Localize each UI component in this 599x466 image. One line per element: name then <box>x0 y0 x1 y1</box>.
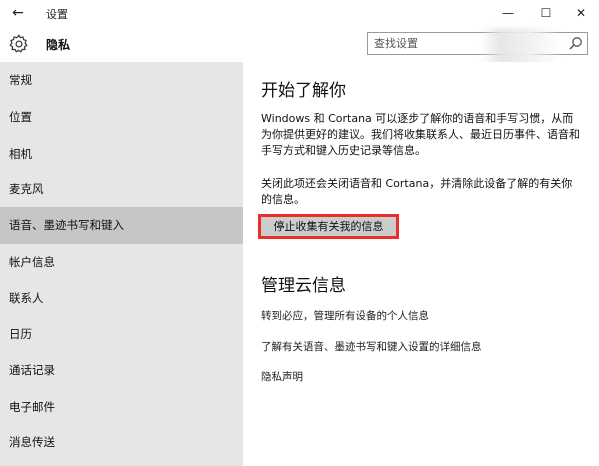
section-title-getting-to-know-you: 开始了解你 <box>261 81 346 101</box>
link-privacy-statement[interactable]: 隐私声明 <box>261 369 303 384</box>
sidebar-item-call-history[interactable]: 通话记录 <box>0 352 243 389</box>
title-bar: ← 设置 — ☐ ✕ <box>0 0 599 26</box>
sidebar-item-camera[interactable]: 相机 <box>0 136 243 173</box>
link-learn-more[interactable]: 了解有关语音、墨迹书写和键入设置的详细信息 <box>261 339 482 354</box>
sidebar-item-location[interactable]: 位置 <box>0 99 243 136</box>
link-bing-manage[interactable]: 转到必应，管理所有设备的个人信息 <box>261 308 429 323</box>
back-button[interactable]: ← <box>8 4 28 22</box>
sidebar-item-microphone[interactable]: 麦克风 <box>0 171 243 208</box>
page-title: 隐私 <box>46 38 71 52</box>
close-button[interactable]: ✕ <box>561 0 599 26</box>
sidebar: 常规 位置 相机 麦克风 语音、墨迹书写和键入 帐户信息 联系人 日历 通话记录… <box>0 62 243 466</box>
sidebar-item-general[interactable]: 常规 <box>0 62 243 99</box>
sidebar-item-calendar[interactable]: 日历 <box>0 316 243 353</box>
minimize-button[interactable]: — <box>488 0 528 26</box>
maximize-button[interactable]: ☐ <box>526 0 566 26</box>
window-title: 设置 <box>46 8 68 21</box>
main-content: 开始了解你 Windows 和 Cortana 可以逐步了解你的语音和手写习惯，… <box>243 62 599 466</box>
stop-collecting-button[interactable]: 停止收集有关我的信息 <box>258 214 399 239</box>
sidebar-item-account-info[interactable]: 帐户信息 <box>0 244 243 281</box>
sidebar-item-contacts[interactable]: 联系人 <box>0 280 243 317</box>
section-note: 关闭此项还会关闭语音和 Cortana，并清除此设备了解的有关你的信息。 <box>261 177 573 206</box>
sidebar-item-messaging[interactable]: 消息传送 <box>0 424 243 461</box>
sidebar-item-email[interactable]: 电子邮件 <box>0 389 243 426</box>
sidebar-item-speech-inking-typing[interactable]: 语音、墨迹书写和键入 <box>0 207 243 244</box>
search-icon[interactable] <box>567 35 585 52</box>
section-description: Windows 和 Cortana 可以逐步了解你的语音和手写习惯，从而为你提供… <box>261 112 580 157</box>
gear-icon <box>9 34 28 53</box>
section-title-cloud-info: 管理云信息 <box>261 276 346 296</box>
